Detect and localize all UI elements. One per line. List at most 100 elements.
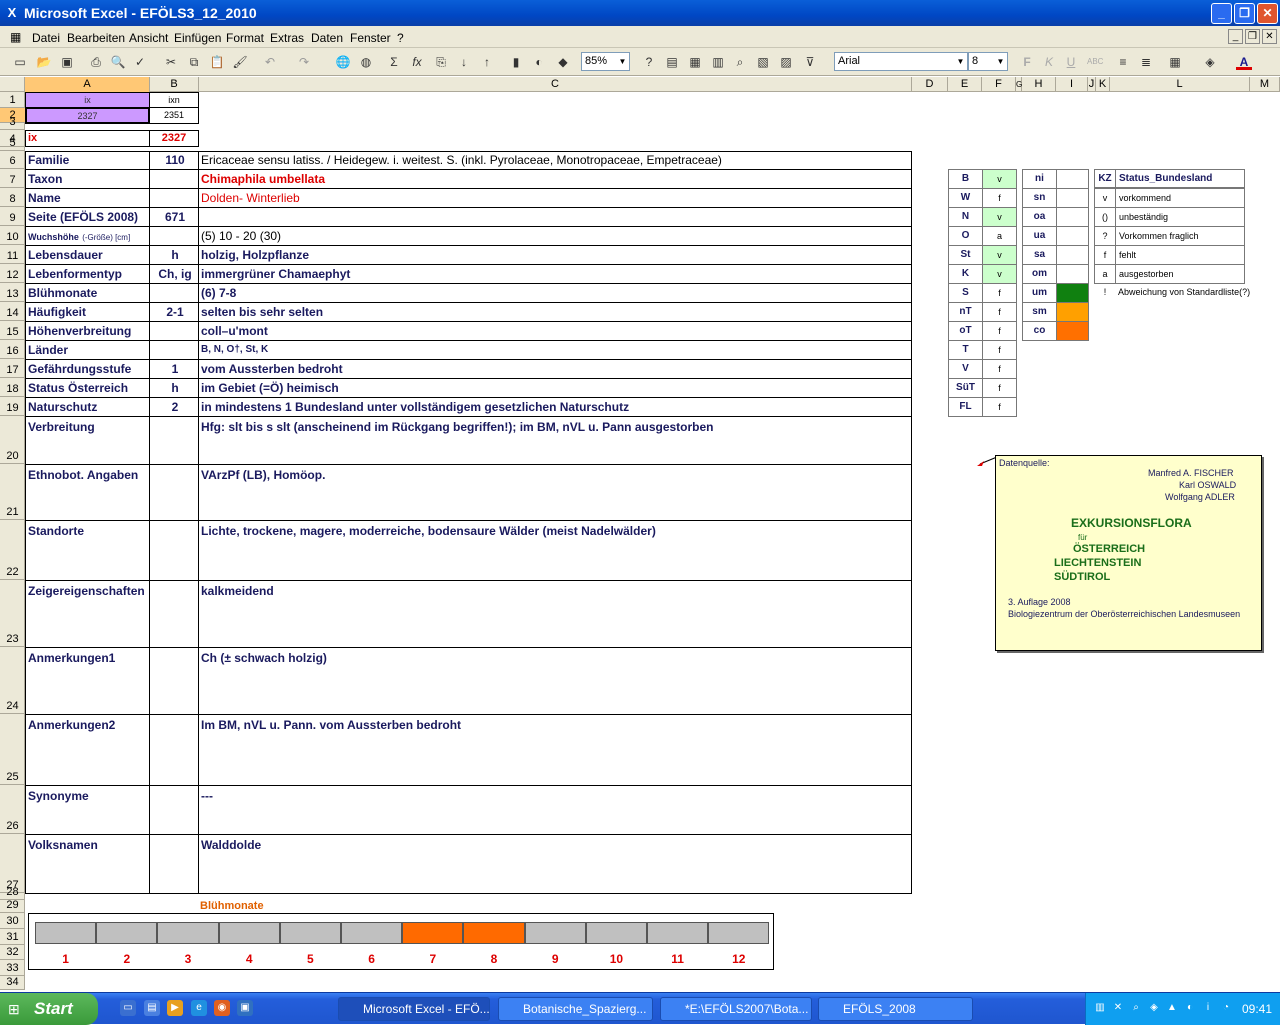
legend-text[interactable]: vorkommend bbox=[1115, 188, 1245, 208]
autosum-icon[interactable]: Σ bbox=[386, 54, 402, 70]
hoehe-code[interactable]: sa bbox=[1022, 245, 1057, 265]
doc-close-button[interactable]: ✕ bbox=[1262, 29, 1277, 44]
hoehe-fill[interactable] bbox=[1056, 302, 1089, 322]
row-header[interactable]: 33 bbox=[0, 960, 25, 976]
align-left-icon[interactable]: ≡ bbox=[1115, 54, 1131, 70]
row-header[interactable]: 8 bbox=[0, 188, 25, 207]
field-value[interactable]: Im BM, nVL u. Pann. vom Aussterben bedro… bbox=[198, 714, 912, 786]
clipboard-icon[interactable]: ▨ bbox=[778, 54, 794, 70]
legend-text[interactable]: fehlt bbox=[1115, 245, 1245, 265]
undo-icon[interactable]: ↶ bbox=[262, 54, 278, 70]
fontsize-combo[interactable]: 8 ▼ bbox=[968, 52, 1008, 71]
field-value[interactable]: immergrüner Chamaephyt bbox=[198, 264, 912, 284]
field-value[interactable]: Walddolde bbox=[198, 834, 912, 894]
row-header[interactable]: 25 bbox=[0, 714, 25, 785]
field-value[interactable]: Lichte, trockene, magere, moderreiche, b… bbox=[198, 520, 912, 581]
hoehe-code[interactable]: co bbox=[1022, 321, 1057, 341]
legend-code[interactable]: v bbox=[1094, 188, 1116, 208]
field-code[interactable] bbox=[149, 321, 199, 341]
media-icon[interactable]: ▶ bbox=[167, 1000, 183, 1016]
row-header[interactable]: 17 bbox=[0, 359, 25, 378]
menu-format[interactable]: Format bbox=[226, 31, 264, 45]
row-header[interactable]: 13 bbox=[0, 283, 25, 302]
row-header[interactable]: 3 bbox=[0, 116, 25, 130]
row-header[interactable]: 16 bbox=[0, 340, 25, 359]
field-label[interactable]: Lebenformentyp bbox=[25, 264, 150, 284]
doc-restore-button[interactable]: ❐ bbox=[1245, 29, 1260, 44]
field-value[interactable]: (5) 10 - 20 (30) bbox=[198, 226, 912, 246]
land-status[interactable]: f bbox=[982, 302, 1017, 322]
land-status[interactable]: f bbox=[982, 321, 1017, 341]
security-icon[interactable]: ✕ bbox=[1110, 1000, 1126, 1016]
field-value[interactable]: kalkmeidend bbox=[198, 580, 912, 648]
column-header[interactable]: D bbox=[912, 77, 948, 92]
task-folder-efoels2008[interactable]: EFÖLS_2008 bbox=[818, 997, 973, 1021]
row-header[interactable]: 34 bbox=[0, 976, 25, 990]
menu-extras[interactable]: Extras bbox=[270, 31, 304, 45]
field-code[interactable]: Ch, ig bbox=[149, 264, 199, 284]
field-value[interactable] bbox=[198, 207, 912, 227]
field-label[interactable]: Anmerkungen2 bbox=[25, 714, 150, 786]
align-center-icon[interactable]: ≣ bbox=[1138, 54, 1154, 70]
row-header[interactable]: 10 bbox=[0, 226, 25, 245]
field-code[interactable] bbox=[149, 340, 199, 360]
legend-code[interactable]: ! bbox=[1094, 283, 1116, 303]
legend-text[interactable]: Vorkommen fraglich bbox=[1115, 226, 1245, 246]
row-header[interactable]: 29 bbox=[0, 899, 25, 913]
column-header[interactable]: E bbox=[948, 77, 982, 92]
field-code[interactable]: h bbox=[149, 378, 199, 398]
desktop-icon[interactable]: ▭ bbox=[120, 1000, 136, 1016]
column-header[interactable]: H bbox=[1022, 77, 1056, 92]
row-header[interactable]: 23 bbox=[0, 580, 25, 647]
help-icon[interactable]: ? bbox=[641, 54, 657, 70]
field-label[interactable]: Zeigereigenschaften bbox=[25, 580, 150, 648]
menu-datei[interactable]: Datei bbox=[32, 31, 60, 45]
hoehe-fill[interactable] bbox=[1056, 264, 1089, 284]
menu-ansicht[interactable]: Ansicht bbox=[129, 31, 168, 45]
field-code[interactable]: 671 bbox=[149, 207, 199, 227]
field-code[interactable] bbox=[149, 520, 199, 581]
task-file-efoels2007[interactable]: *E:\EFÖLS2007\Bota... bbox=[660, 997, 812, 1021]
row-header[interactable]: 18 bbox=[0, 378, 25, 397]
field-value[interactable]: in mindestens 1 Bundesland unter vollstä… bbox=[198, 397, 912, 417]
close-button[interactable]: ✕ bbox=[1257, 3, 1278, 24]
doc-minimize-button[interactable]: _ bbox=[1228, 29, 1243, 44]
field-label[interactable]: Verbreitung bbox=[25, 416, 150, 465]
menu-help[interactable]: ? bbox=[397, 31, 404, 45]
land-code[interactable]: St bbox=[948, 245, 983, 265]
row-header[interactable]: 11 bbox=[0, 245, 25, 264]
ie-icon[interactable]: e bbox=[191, 1000, 207, 1016]
row-header[interactable]: 9 bbox=[0, 207, 25, 226]
format-painter-icon[interactable]: 🖌 bbox=[232, 54, 248, 70]
legend-code[interactable]: ? bbox=[1094, 226, 1116, 246]
land-status[interactable]: v bbox=[982, 245, 1017, 265]
field-code[interactable]: 2-1 bbox=[149, 302, 199, 322]
task-folder-botanische[interactable]: Botanische_Spazierg... bbox=[498, 997, 653, 1021]
strikethrough-icon[interactable]: ABC bbox=[1087, 54, 1103, 70]
field-label[interactable]: Seite (EFÖLS 2008) bbox=[25, 207, 150, 227]
window-icon[interactable]: ▧ bbox=[755, 54, 771, 70]
redo-icon[interactable]: ↷ bbox=[296, 54, 312, 70]
row-header[interactable]: 30 bbox=[0, 913, 25, 929]
hoehe-code[interactable]: um bbox=[1022, 283, 1057, 303]
column-header[interactable]: I bbox=[1056, 77, 1088, 92]
web-icon[interactable]: ◍ bbox=[358, 54, 374, 70]
cell-b2[interactable]: 2351 bbox=[149, 107, 199, 124]
hoehe-fill[interactable] bbox=[1056, 188, 1089, 208]
field-label[interactable]: Wuchshöhe (-Größe) [cm] bbox=[25, 226, 150, 246]
firefox-icon[interactable]: ◉ bbox=[214, 1000, 230, 1016]
row-header[interactable]: 22 bbox=[0, 520, 25, 580]
land-code[interactable]: K bbox=[948, 264, 983, 284]
field-code[interactable]: 2 bbox=[149, 397, 199, 417]
land-code[interactable]: N bbox=[948, 207, 983, 227]
row-header[interactable]: 26 bbox=[0, 785, 25, 834]
select-all-corner[interactable] bbox=[0, 77, 25, 92]
column-header[interactable]: J bbox=[1088, 77, 1096, 92]
field-label[interactable]: Anmerkungen1 bbox=[25, 647, 150, 715]
legend-code[interactable]: a bbox=[1094, 264, 1116, 284]
field-value[interactable]: B, N, O†, St, K bbox=[198, 340, 912, 360]
function-icon[interactable]: fx bbox=[409, 54, 425, 70]
column-header[interactable]: F bbox=[982, 77, 1016, 92]
bold-icon[interactable]: F bbox=[1019, 54, 1035, 70]
row-header[interactable]: 1 bbox=[0, 92, 25, 108]
